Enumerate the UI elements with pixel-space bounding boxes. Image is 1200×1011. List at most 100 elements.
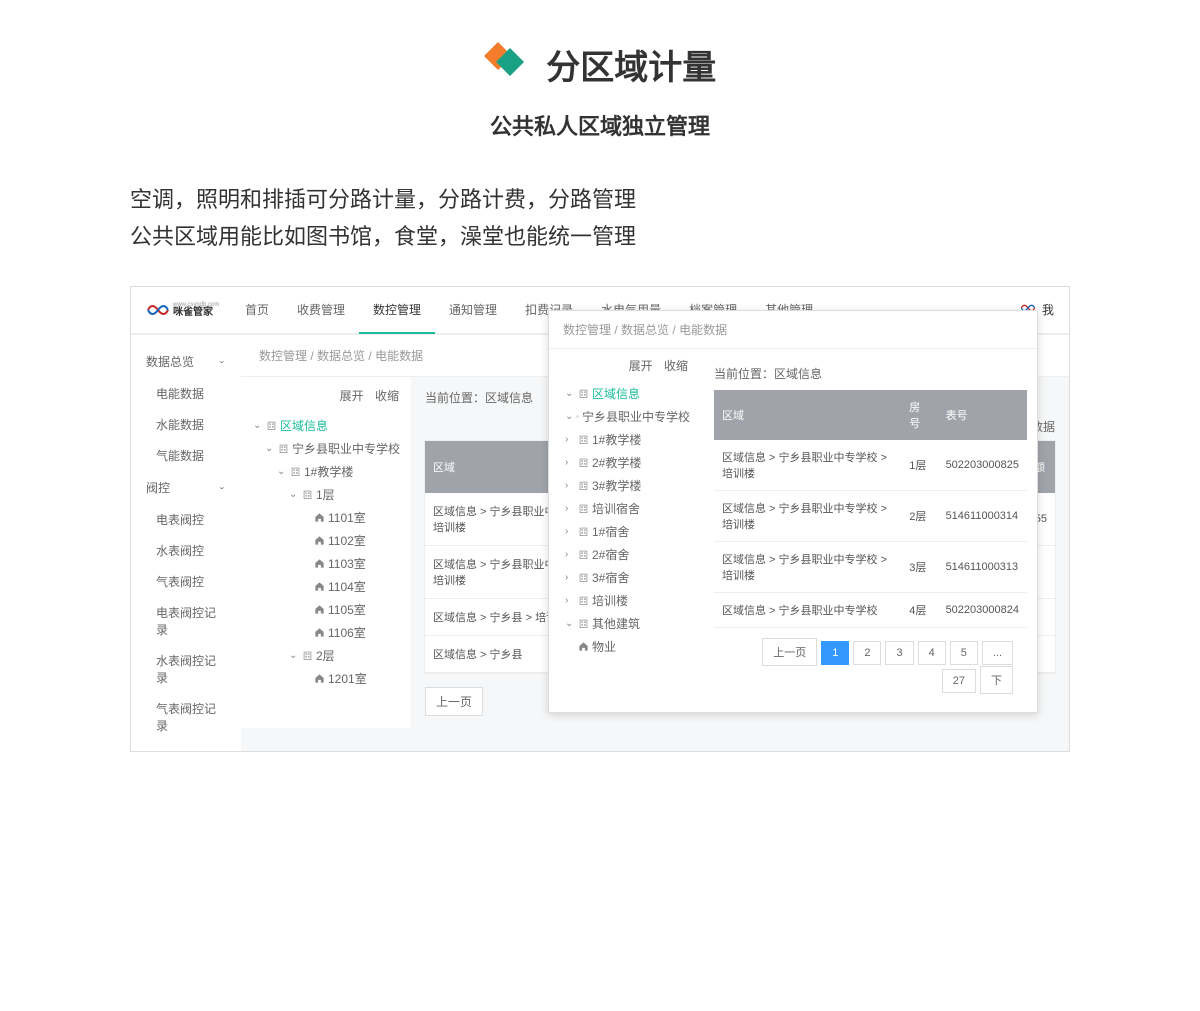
- tree-node-label: 1105室: [328, 601, 366, 618]
- brand-logo[interactable]: www.csyndb.com 咪雀管家: [146, 295, 221, 325]
- tree-node[interactable]: 物业: [563, 635, 690, 658]
- nav-item[interactable]: 首页: [231, 286, 283, 334]
- tree-collapse-button[interactable]: 收缩: [375, 389, 399, 403]
- tree-node[interactable]: ›1#教学楼: [563, 428, 690, 451]
- tree-node-label: 1101室: [328, 509, 366, 526]
- table-row[interactable]: 区域信息 > 宁乡县职业中专学校 > 培训楼1层502203000825: [714, 440, 1027, 491]
- pager-page-button[interactable]: 2: [853, 641, 881, 665]
- sidebar-item[interactable]: 气表阀控: [131, 566, 241, 597]
- tree-expand-button[interactable]: 展开: [340, 389, 364, 403]
- sidebar-item[interactable]: 电表阀控: [131, 504, 241, 535]
- table-header: 房号: [901, 390, 937, 440]
- tree-node[interactable]: ›2#宿舍: [563, 543, 690, 566]
- tree-node-label: 区域信息: [280, 417, 328, 434]
- pager-page-button[interactable]: ...: [982, 641, 1013, 665]
- tree-node[interactable]: ⌄区域信息: [563, 382, 690, 405]
- sidebar-category[interactable]: 阀控⌄: [131, 471, 241, 504]
- tree-caret-icon: ›: [565, 572, 575, 583]
- tree-node[interactable]: ›培训宿舍: [563, 497, 690, 520]
- sidebar-item[interactable]: 电能数据: [131, 378, 241, 409]
- tree-node[interactable]: 1101室: [249, 506, 403, 529]
- tree-panel: 展开 收缩 ⌄区域信息⌄宁乡县职业中专学校⌄1#教学楼⌄1层1101室1102室…: [241, 377, 411, 728]
- tree-node[interactable]: ⌄1#教学楼: [249, 460, 403, 483]
- nav-item[interactable]: 数控管理: [359, 286, 435, 334]
- tree-node[interactable]: ›2#教学楼: [563, 451, 690, 474]
- pager-page-button[interactable]: 27: [942, 669, 976, 693]
- pager-page-button[interactable]: 3: [885, 641, 913, 665]
- overlay-collapse-button[interactable]: 收缩: [664, 359, 688, 373]
- tree-node[interactable]: ⌄其他建筑: [563, 612, 690, 635]
- sidebar-item[interactable]: 水能数据: [131, 409, 241, 440]
- table-cell: 2层: [901, 491, 937, 542]
- tree-caret-icon: ›: [565, 595, 575, 606]
- tree-node[interactable]: 1201室: [249, 667, 403, 690]
- tree-caret-icon: ›: [565, 457, 575, 468]
- pager-prev-button[interactable]: 上一页: [425, 687, 483, 716]
- tree-node-label: 物业: [592, 638, 616, 655]
- tree-caret-icon: ⌄: [265, 443, 275, 454]
- tree-node-label: 1103室: [328, 555, 366, 572]
- nav-item[interactable]: 通知管理: [435, 286, 511, 334]
- description: 空调，照明和排插可分路计量，分路计费，分路管理 公共区域用能比如图书馆，食堂，澡…: [130, 181, 1070, 256]
- pager-prev-button[interactable]: 上一页: [762, 638, 817, 666]
- tree-node[interactable]: 1104室: [249, 575, 403, 598]
- tree-node-label: 培训楼: [592, 592, 628, 609]
- tree-caret-icon: ›: [565, 434, 575, 445]
- table-cell: 3层: [901, 542, 937, 593]
- pager-page-button[interactable]: 4: [918, 641, 946, 665]
- pager-page-button[interactable]: 5: [950, 641, 978, 665]
- table-cell: 1层: [901, 440, 937, 491]
- tree-node-label: 1#宿舍: [592, 523, 629, 540]
- pager-page-button[interactable]: 1: [821, 641, 849, 665]
- sidebar-item[interactable]: 电表阀控记录: [131, 597, 241, 645]
- tree-node-label: 1102室: [328, 532, 366, 549]
- tree-caret-icon: ›: [565, 480, 575, 491]
- tree-node[interactable]: 1105室: [249, 598, 403, 621]
- user-label[interactable]: 我: [1042, 301, 1054, 318]
- table-row[interactable]: 区域信息 > 宁乡县职业中专学校 > 培训楼3层514611000313: [714, 542, 1027, 593]
- tree-node-label: 3#宿舍: [592, 569, 629, 586]
- tree-node[interactable]: 1106室: [249, 621, 403, 644]
- sidebar-category[interactable]: 数据总览⌄: [131, 345, 241, 378]
- sidebar-item[interactable]: 气能数据: [131, 440, 241, 471]
- tree-node-label: 1层: [316, 486, 335, 503]
- table-cell: 区域信息 > 宁乡县职业中专学校 > 培训楼: [714, 440, 901, 491]
- tree-node[interactable]: 1103室: [249, 552, 403, 575]
- sidebar-item[interactable]: 气表阀控记录: [131, 693, 241, 741]
- tree-caret-icon: ⌄: [289, 489, 299, 500]
- table-cell: 514611000313: [938, 542, 1027, 593]
- overlay-expand-button[interactable]: 展开: [629, 359, 653, 373]
- tree-node[interactable]: ⌄区域信息: [249, 414, 403, 437]
- overlay-table: 区域房号表号 区域信息 > 宁乡县职业中专学校 > 培训楼1层502203000…: [714, 390, 1027, 628]
- tree-node-label: 2#宿舍: [592, 546, 629, 563]
- tree-node[interactable]: ›3#教学楼: [563, 474, 690, 497]
- table-cell: 4层: [901, 593, 937, 628]
- hero: 分区域计量: [0, 40, 1200, 89]
- tree-caret-icon: ⌄: [565, 411, 573, 422]
- tree-node-label: 其他建筑: [592, 615, 640, 632]
- tree-node[interactable]: ⌄宁乡县职业中专学校: [249, 437, 403, 460]
- desc-line-1: 空调，照明和排插可分路计量，分路计费，分路管理: [130, 181, 1070, 218]
- tree-node[interactable]: ⌄2层: [249, 644, 403, 667]
- sidebar-item[interactable]: 水表阀控记录: [131, 645, 241, 693]
- table-cell: 区域信息 > 宁乡县职业中专学校 > 培训楼: [714, 491, 901, 542]
- table-cell: 502203000825: [938, 440, 1027, 491]
- table-header: 区域: [714, 390, 901, 440]
- nav-item[interactable]: 收费管理: [283, 286, 359, 334]
- hero-title: 分区域计量: [546, 40, 716, 89]
- tree-node[interactable]: ⌄宁乡县职业中专学校: [563, 405, 690, 428]
- tree-node[interactable]: 1102室: [249, 529, 403, 552]
- pager-next-button[interactable]: 下: [980, 666, 1013, 694]
- tree-node[interactable]: ⌄ 1层: [249, 483, 403, 506]
- tree-node-label: 区域信息: [592, 385, 640, 402]
- tree-caret-icon: ⌄: [289, 650, 299, 661]
- tree-node[interactable]: › 培训楼: [563, 589, 690, 612]
- table-row[interactable]: 区域信息 > 宁乡县职业中专学校 > 培训楼2层514611000314: [714, 491, 1027, 542]
- table-row[interactable]: 区域信息 > 宁乡县职业中专学校4层502203000824: [714, 593, 1027, 628]
- tree-node[interactable]: › 3#宿舍: [563, 566, 690, 589]
- tree-caret-icon: ⌄: [277, 466, 287, 477]
- hero-subtitle: 公共私人区域独立管理: [0, 109, 1200, 141]
- tree-node[interactable]: ›1#宿舍: [563, 520, 690, 543]
- sidebar-item[interactable]: 水表阀控: [131, 535, 241, 566]
- tree-node-label: 1201室: [328, 670, 367, 687]
